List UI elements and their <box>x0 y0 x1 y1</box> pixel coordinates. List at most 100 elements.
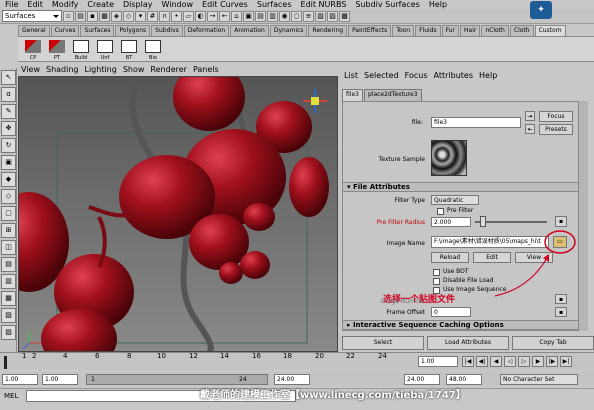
render-globals-icon[interactable]: ▥ <box>267 10 278 22</box>
frame-offset-field[interactable]: 0 <box>431 307 471 317</box>
current-time-marker[interactable] <box>4 356 7 369</box>
select-button[interactable]: Select <box>342 336 424 350</box>
vp-menu-shading[interactable]: Shading <box>46 64 79 76</box>
shelf-tab-ncloth[interactable]: nCloth <box>481 25 509 36</box>
menu-modify[interactable]: Modify <box>52 0 79 9</box>
layout-outliner-icon[interactable]: ▤ <box>1 257 16 272</box>
vp-menu-view[interactable]: View <box>21 64 40 76</box>
shelf-tab-toon[interactable]: Toon <box>392 25 415 36</box>
layout-four-icon[interactable]: ⊞ <box>1 223 16 238</box>
ae-menu-help[interactable]: Help <box>479 70 497 82</box>
ae-menu-selected[interactable]: Selected <box>364 70 399 82</box>
snap-plane-icon[interactable]: ▱ <box>183 10 194 22</box>
play-forward-icon[interactable]: ▷ <box>518 356 530 367</box>
range-start-field[interactable]: 1.00 <box>42 374 78 385</box>
menu-file[interactable]: File <box>5 0 18 9</box>
start-time-field[interactable]: 1.00 <box>2 374 38 385</box>
current-time-field[interactable]: 1.00 <box>418 356 458 367</box>
last-tool-icon[interactable]: ◇ <box>1 189 16 204</box>
vp-menu-renderer[interactable]: Renderer <box>150 64 187 76</box>
go-start-icon[interactable]: |◀ <box>462 356 474 367</box>
file-node-name-field[interactable]: file3 <box>431 117 521 128</box>
end-time2-field[interactable]: 48.00 <box>446 374 482 385</box>
menu-display[interactable]: Display <box>123 0 153 9</box>
show-attr-icon[interactable]: ≡ <box>303 10 314 22</box>
presets-button[interactable]: Presets <box>539 124 573 135</box>
mask-icon[interactable]: ▾ <box>135 10 146 22</box>
output-ops-icon[interactable]: ← <box>219 10 230 22</box>
step-back-key-icon[interactable]: ◀| <box>476 356 488 367</box>
caching-options-section[interactable]: ▸ Interactive Sequence Caching Options <box>343 320 579 330</box>
range-slider[interactable]: 1 24 <box>86 374 268 385</box>
copy-tab-button[interactable]: Copy Tab <box>512 336 594 350</box>
attr-editor-scrollbar[interactable] <box>578 101 588 331</box>
menu-window[interactable]: Window <box>162 0 194 9</box>
shelf-tab-dynamics[interactable]: Dynamics <box>269 25 308 36</box>
shelf-tab-general[interactable]: General <box>18 25 50 36</box>
rotate-tool-icon[interactable]: ↻ <box>1 138 16 153</box>
shelf-bt-button[interactable]: BT <box>118 39 140 61</box>
paint-select-icon[interactable]: ✎ <box>1 104 16 119</box>
shelf-tab-curves[interactable]: Curves <box>50 25 80 36</box>
new-scene-icon[interactable]: ▫ <box>63 10 74 22</box>
shelf-build-button[interactable]: Build <box>70 39 92 61</box>
output-connections-icon[interactable]: ⇤ <box>525 124 535 134</box>
lasso-tool-icon[interactable]: ɑ <box>1 87 16 102</box>
select-component-icon[interactable]: ◇ <box>123 10 134 22</box>
manipulator-icon[interactable]: ◆ <box>1 172 16 187</box>
save-scene-icon[interactable]: ▪ <box>87 10 98 22</box>
layout-hypershade-icon[interactable]: ▦ <box>1 291 16 306</box>
lasso-icon[interactable]: ○ <box>291 10 302 22</box>
load-attributes-button[interactable]: Load Attributes <box>427 336 509 350</box>
step-back-icon[interactable]: ◀ <box>490 356 502 367</box>
step-forward-key-icon[interactable]: |▶ <box>546 356 558 367</box>
snap-point-icon[interactable]: • <box>171 10 182 22</box>
input-connections-icon[interactable]: ⇥ <box>525 111 535 121</box>
end-time-field[interactable]: 24.00 <box>404 374 440 385</box>
ae-menu-attributes[interactable]: Attributes <box>434 70 474 82</box>
go-end-icon[interactable]: ▶| <box>560 356 572 367</box>
scale-tool-icon[interactable]: ▣ <box>1 155 16 170</box>
show-channel-icon[interactable]: ▨ <box>327 10 338 22</box>
input-ops-icon[interactable]: → <box>207 10 218 22</box>
map-button-icon[interactable]: ▪ <box>555 216 567 227</box>
shelf-pt-button[interactable]: PT <box>46 39 68 61</box>
step-forward-icon[interactable]: ▶ <box>532 356 544 367</box>
construction-history-icon[interactable]: ⌂ <box>231 10 242 22</box>
shelf-tab-surfaces[interactable]: Surfaces <box>80 25 115 36</box>
quick-select-icon[interactable]: ◉ <box>279 10 290 22</box>
range-end-field[interactable]: 24.00 <box>274 374 310 385</box>
shelf-tab-animation[interactable]: Animation <box>230 25 269 36</box>
shelf-tab-hair[interactable]: Hair <box>460 25 481 36</box>
select-object-icon[interactable]: ◈ <box>111 10 122 22</box>
show-tool-icon[interactable]: ▧ <box>315 10 326 22</box>
vp-menu-panels[interactable]: Panels <box>193 64 219 76</box>
menu-help[interactable]: Help <box>429 0 447 9</box>
shelf-bio-button[interactable]: Bio <box>142 39 164 61</box>
move-tool-icon[interactable]: ✥ <box>1 121 16 136</box>
menu-subdiv-surfaces[interactable]: Subdiv Surfaces <box>355 0 419 9</box>
slider-handle[interactable] <box>480 216 486 227</box>
menu-create[interactable]: Create <box>87 0 114 9</box>
shelf-tab-deformation[interactable]: Deformation <box>183 25 230 36</box>
tab-file3[interactable]: file3 <box>342 89 363 101</box>
menu-edit[interactable]: Edit <box>27 0 43 9</box>
image-number-map-icon[interactable]: ▪ <box>555 294 567 304</box>
pre-filter-radius-field[interactable]: 2.000 <box>431 217 471 227</box>
character-set-dropdown[interactable]: No Character Set <box>500 374 578 385</box>
disable-file-load-checkbox[interactable] <box>433 278 440 285</box>
mode-selector[interactable]: Surfaces <box>2 10 62 22</box>
render-icon[interactable]: ▣ <box>243 10 254 22</box>
menu-edit-nurbs[interactable]: Edit NURBS <box>301 0 347 9</box>
ipr-render-icon[interactable]: ▤ <box>255 10 266 22</box>
shelf-tab-fur[interactable]: Fur <box>441 25 460 36</box>
layout-side-icon[interactable]: ◫ <box>1 240 16 255</box>
shelf-tab-fluids[interactable]: Fluids <box>415 25 441 36</box>
file-attributes-section[interactable]: ▾ File Attributes <box>343 182 579 192</box>
shelf-unf-button[interactable]: Unf <box>94 39 116 61</box>
ae-menu-list[interactable]: List <box>344 70 358 82</box>
menu-surfaces[interactable]: Surfaces <box>257 0 292 9</box>
shelf-tab-cloth[interactable]: Cloth <box>509 25 534 36</box>
viewport-3d[interactable] <box>18 76 338 352</box>
image-name-field[interactable]: F:\image\素材\错误材质\05\maps_hi\t <box>431 236 549 248</box>
